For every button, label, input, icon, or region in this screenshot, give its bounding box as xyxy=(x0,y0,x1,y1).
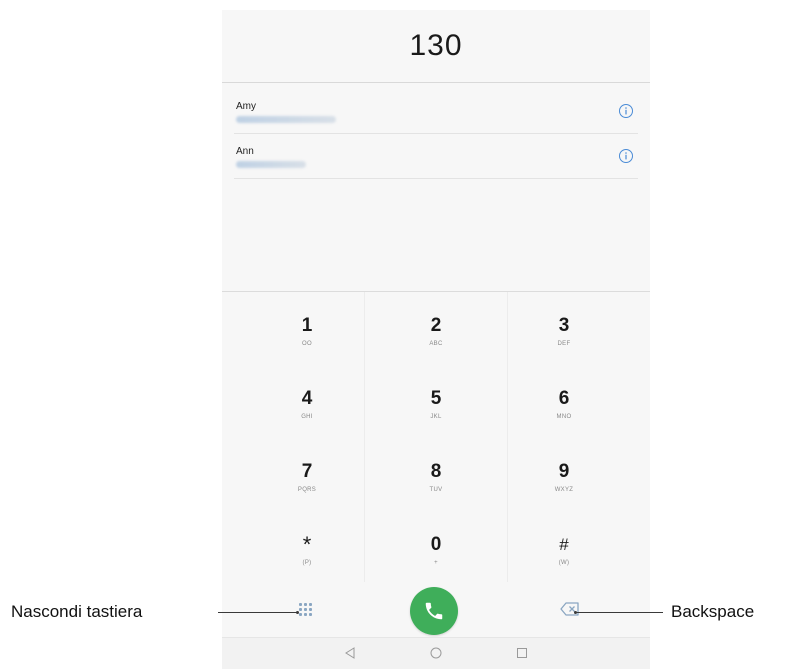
key-0[interactable]: 0 + xyxy=(365,511,507,584)
key-digit: 4 xyxy=(301,388,313,409)
callout-hide-keyboard-dot xyxy=(296,611,299,614)
key-hash[interactable]: # (W) xyxy=(493,511,635,584)
dialer-action-row xyxy=(222,582,650,637)
key-letters: OO xyxy=(302,341,312,347)
key-letters: MNO xyxy=(556,414,572,420)
contact-name: Amy xyxy=(236,101,256,112)
blurred-phone-number xyxy=(236,116,336,123)
key-9[interactable]: 9 WXYZ xyxy=(493,438,635,511)
key-4[interactable]: 4 GHI xyxy=(236,365,378,438)
key-5[interactable]: 5 JKL xyxy=(365,365,507,438)
key-digit: 7 xyxy=(301,461,313,482)
key-letters: JKL xyxy=(430,414,442,420)
backspace-icon[interactable] xyxy=(560,601,580,617)
key-star[interactable]: * (P) xyxy=(236,511,378,584)
callout-backspace-label: Backspace xyxy=(671,602,755,621)
key-3[interactable]: 3 DEF xyxy=(493,292,635,365)
key-8[interactable]: 8 TUV xyxy=(365,438,507,511)
system-navigation-bar xyxy=(222,637,650,669)
dialpad: 1 OO 2 ABC 3 DEF 4 GHI 5 JKL 6 MNO 7 PQR… xyxy=(222,292,650,637)
key-digit: # xyxy=(559,535,569,554)
key-letters: ABC xyxy=(429,341,443,347)
phone-icon xyxy=(425,602,443,620)
dialer-screen: 130 Amy Ann 1 OO 2 ABC 3 DEF 4 GHI 5 JKL… xyxy=(222,10,650,669)
key-letters: (W) xyxy=(558,560,570,566)
key-letters: PQRS xyxy=(297,487,317,493)
contact-name: Ann xyxy=(236,146,254,157)
callout-hide-keyboard-label: Nascondi tastiera xyxy=(11,602,143,621)
contact-results-list: Amy Ann xyxy=(222,83,650,292)
key-digit: 8 xyxy=(430,461,442,482)
key-digit: 2 xyxy=(430,315,442,336)
key-letters: GHI xyxy=(301,414,313,420)
key-digit: 0 xyxy=(430,534,442,555)
callout-hide-keyboard-line xyxy=(218,612,297,613)
contact-row-ann[interactable]: Ann xyxy=(234,134,638,179)
key-letters: (P) xyxy=(302,560,312,566)
contact-row-amy[interactable]: Amy xyxy=(234,89,638,134)
key-letters: TUV xyxy=(429,487,443,493)
recents-square-icon[interactable] xyxy=(514,645,530,661)
blurred-phone-number xyxy=(236,161,306,168)
key-7[interactable]: 7 PQRS xyxy=(236,438,378,511)
key-digit: 3 xyxy=(558,315,570,336)
dialed-number: 130 xyxy=(409,29,463,62)
key-digit: 6 xyxy=(558,388,570,409)
dialpad-icon[interactable] xyxy=(294,598,316,620)
key-letters: + xyxy=(434,560,438,566)
key-digit: 1 xyxy=(301,315,313,336)
callout-backspace-line xyxy=(576,612,663,613)
key-digit: 9 xyxy=(558,461,570,482)
call-button[interactable] xyxy=(410,587,458,635)
key-digit: 5 xyxy=(430,388,442,409)
info-icon[interactable] xyxy=(618,103,634,119)
key-6[interactable]: 6 MNO xyxy=(493,365,635,438)
key-letters: WXYZ xyxy=(554,487,574,493)
home-circle-icon[interactable] xyxy=(428,645,444,661)
info-icon[interactable] xyxy=(618,148,634,164)
back-triangle-icon[interactable] xyxy=(342,645,358,661)
key-1[interactable]: 1 OO xyxy=(236,292,378,365)
key-letters: DEF xyxy=(557,341,571,347)
dialed-number-display: 130 xyxy=(222,10,650,83)
key-2[interactable]: 2 ABC xyxy=(365,292,507,365)
key-digit: * xyxy=(302,532,312,557)
